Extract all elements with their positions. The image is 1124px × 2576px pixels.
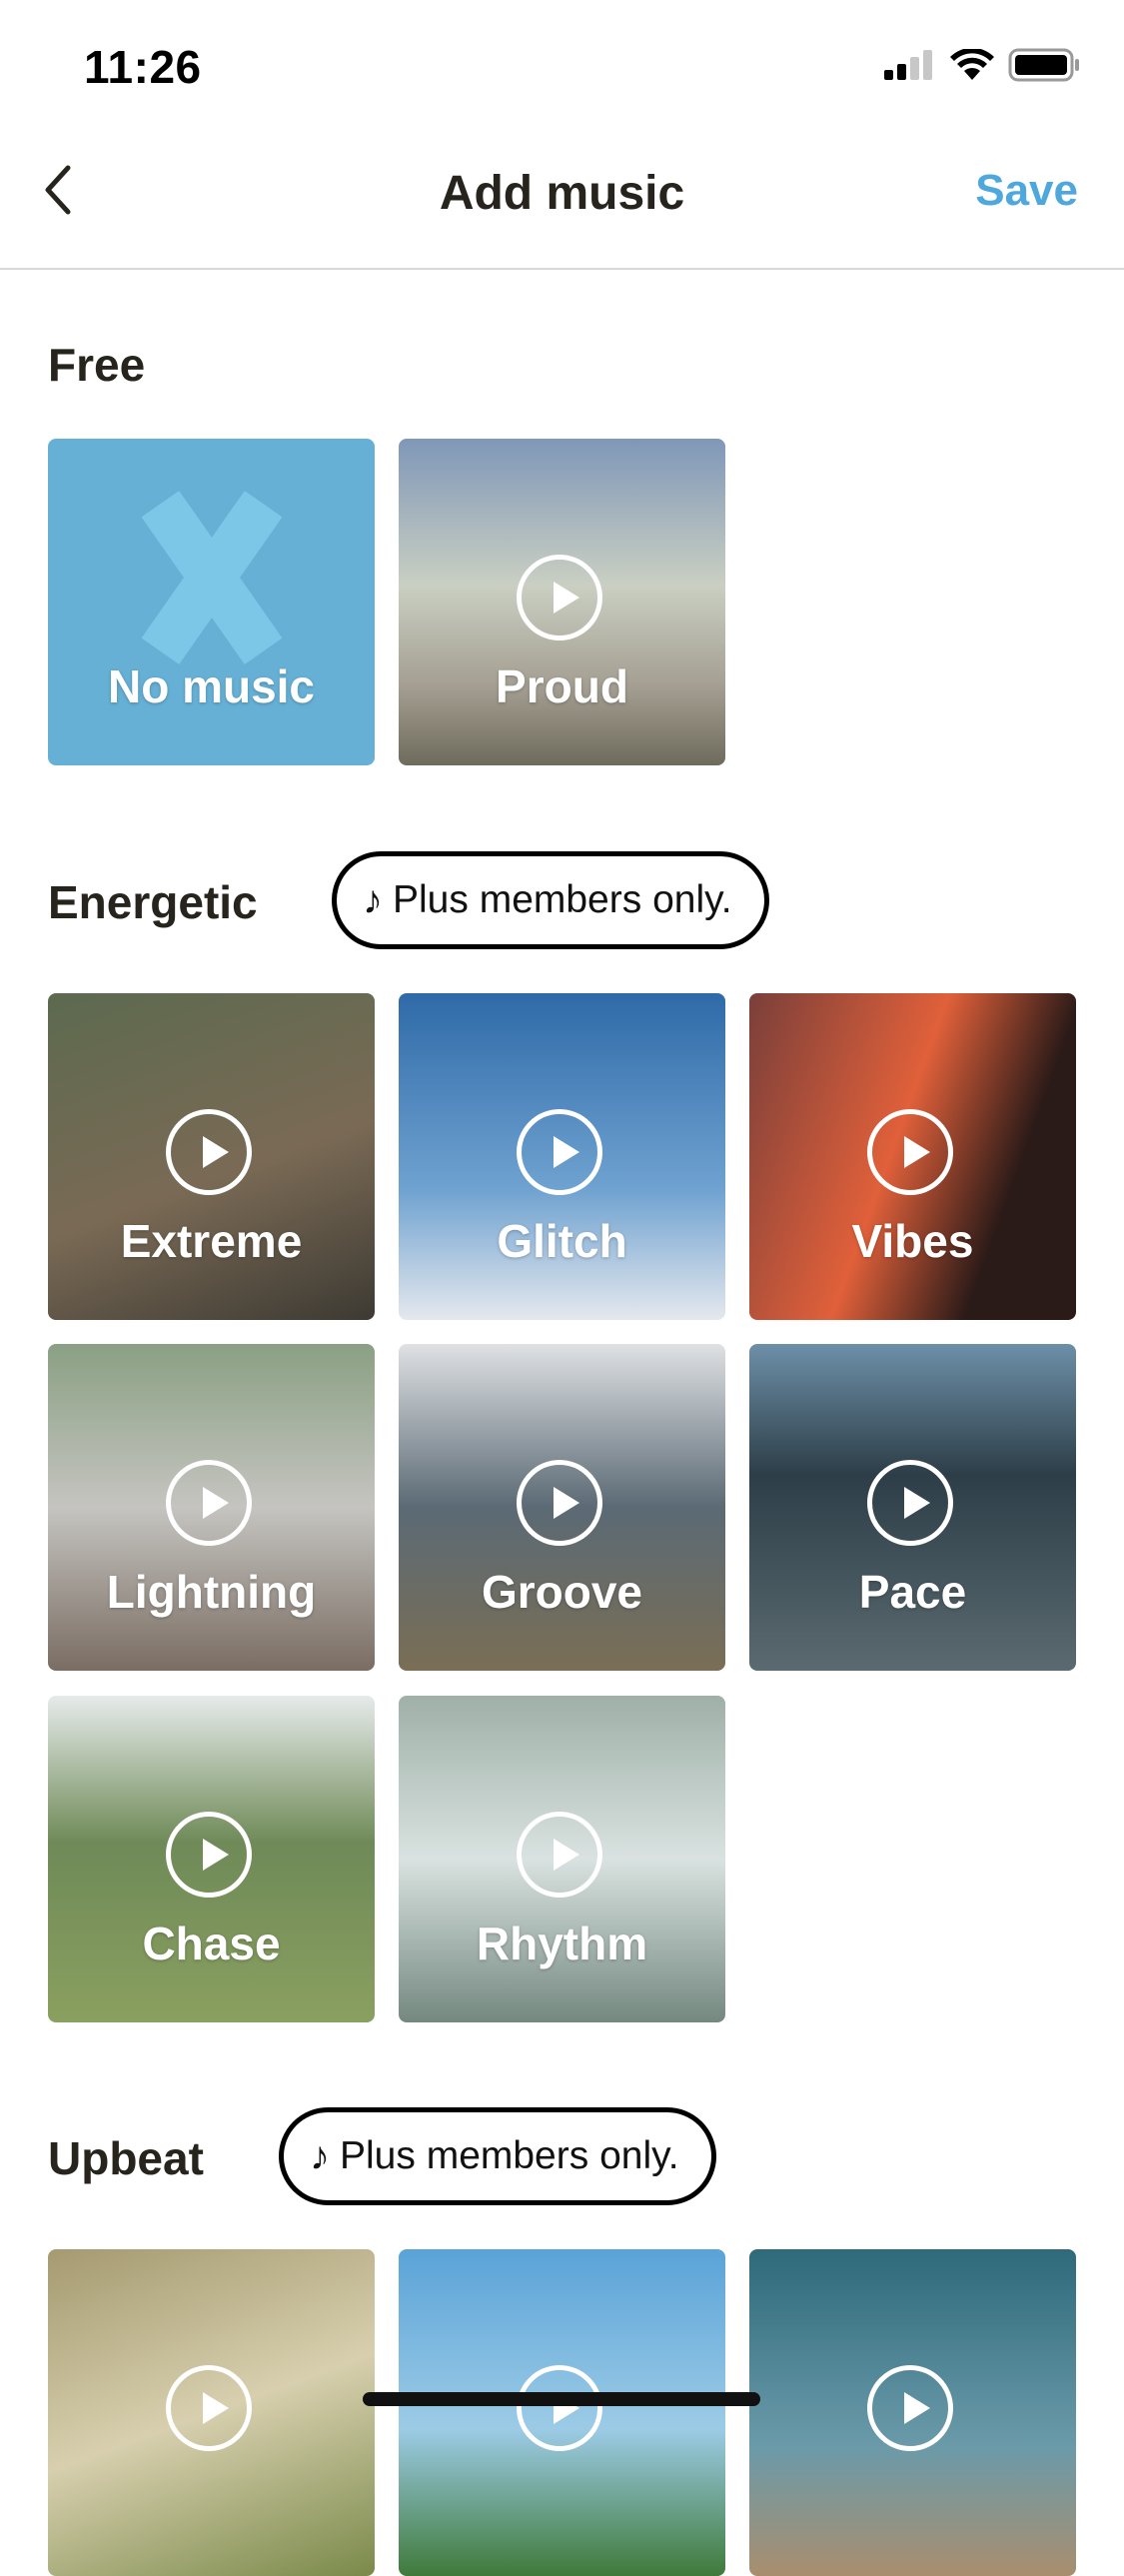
home-indicator[interactable] — [363, 2392, 760, 2406]
track-label: No music — [107, 660, 316, 712]
track-card-proud[interactable]: Proud — [399, 439, 725, 765]
play-icon[interactable] — [165, 2364, 252, 2451]
plus-members-badge[interactable]: ♪ Plus members only. — [279, 2107, 716, 2205]
track-label: Pace — [858, 1566, 967, 1618]
play-icon[interactable] — [516, 554, 602, 641]
track-label: Chase — [142, 1918, 281, 1969]
play-icon[interactable] — [516, 2364, 602, 2451]
track-card-chase[interactable]: Chase — [48, 1696, 375, 2022]
track-card-upbeat-1[interactable] — [48, 2249, 375, 2576]
track-card-no-music[interactable]: No music — [48, 439, 375, 765]
track-label: Proud — [496, 660, 628, 712]
play-icon[interactable] — [866, 2364, 953, 2451]
play-icon[interactable] — [165, 1811, 252, 1898]
badge-text: Plus members only. — [340, 2134, 679, 2177]
track-card-glitch[interactable]: Glitch — [399, 993, 725, 1320]
play-icon[interactable] — [516, 1811, 602, 1898]
play-icon[interactable] — [866, 1108, 953, 1195]
badge-text: Plus members only. — [393, 878, 732, 921]
track-card-upbeat-3[interactable] — [749, 2249, 1076, 2576]
track-card-extreme[interactable]: Extreme — [48, 993, 375, 1320]
plus-members-badge[interactable]: ♪ Plus members only. — [332, 851, 769, 949]
track-label: Glitch — [497, 1215, 627, 1267]
page-title: Add music — [439, 167, 685, 220]
header-divider — [0, 268, 1124, 270]
status-time: 11:26 — [84, 41, 202, 93]
play-icon[interactable] — [165, 1108, 252, 1195]
track-label: Groove — [481, 1566, 643, 1618]
play-icon[interactable] — [165, 1459, 252, 1546]
status-icons — [882, 48, 1080, 82]
track-card-lightning[interactable]: Lightning — [48, 1344, 375, 1671]
track-card-rhythm[interactable]: Rhythm — [399, 1696, 725, 2022]
save-button[interactable]: Save — [975, 166, 1078, 216]
track-label: Lightning — [106, 1566, 317, 1618]
section-title-upbeat: Upbeat — [48, 2132, 204, 2184]
track-card-upbeat-2[interactable] — [399, 2249, 725, 2576]
cellular-signal-icon — [884, 50, 932, 80]
battery-icon — [1008, 48, 1079, 82]
wifi-icon — [950, 49, 994, 80]
track-card-pace[interactable]: Pace — [749, 1344, 1076, 1671]
play-icon[interactable] — [516, 1459, 602, 1546]
section-title-free: Free — [48, 339, 146, 391]
track-label: Extreme — [120, 1215, 303, 1267]
x-icon — [137, 503, 287, 652]
track-card-groove[interactable]: Groove — [399, 1344, 725, 1671]
track-card-vibes[interactable]: Vibes — [749, 993, 1076, 1320]
section-title-energetic: Energetic — [48, 876, 258, 928]
track-label: Vibes — [851, 1215, 974, 1267]
music-note-icon: ♪ — [363, 877, 383, 922]
track-label: Rhythm — [476, 1918, 648, 1969]
play-icon[interactable] — [866, 1459, 953, 1546]
music-note-icon: ♪ — [310, 2133, 330, 2178]
play-icon[interactable] — [516, 1108, 602, 1195]
